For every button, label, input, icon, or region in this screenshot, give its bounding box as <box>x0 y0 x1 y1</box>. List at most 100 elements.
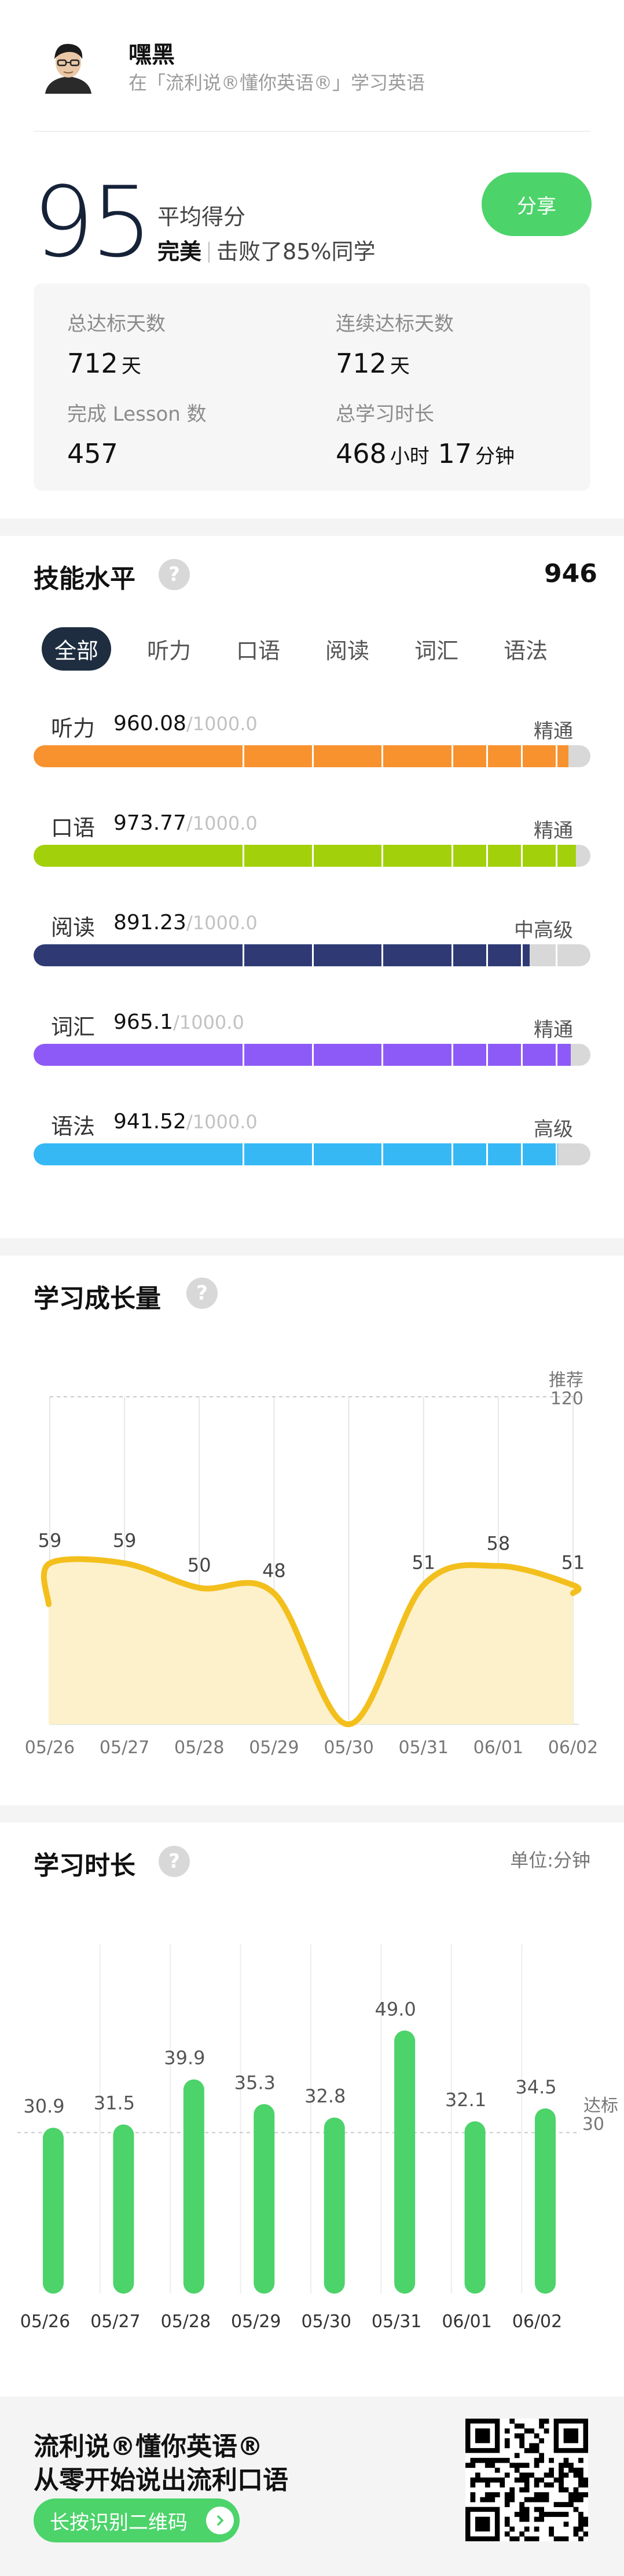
skill-max: /1000.0 <box>186 713 258 735</box>
skill-row: 口语 973.77/1000.0 精通 <box>34 805 590 875</box>
level-divider <box>312 1143 314 1165</box>
skill-score: 965.1/1000.0 <box>113 1010 244 1034</box>
level-divider <box>555 845 557 867</box>
skill-progress-fill <box>34 745 568 767</box>
user-subtitle: 在「流利说®懂你英语®」学习英语 <box>129 72 425 94</box>
x-tick-label: 05/31 <box>398 1738 448 1758</box>
stat-lessons: 完成 Lesson 数 457 <box>67 398 207 469</box>
qr-code <box>465 2419 589 2542</box>
skill-max: /1000.0 <box>186 1111 258 1133</box>
level-divider <box>381 845 384 867</box>
x-tick-label: 05/29 <box>231 2312 281 2332</box>
level-divider <box>486 745 488 767</box>
level-divider <box>451 745 453 767</box>
bar <box>43 2128 64 2294</box>
level-divider <box>555 944 557 966</box>
time-help-icon[interactable]: ? <box>159 1846 190 1877</box>
level-divider <box>520 1143 523 1165</box>
section-divider <box>0 518 624 536</box>
time-title: 学习时长 <box>34 1851 135 1881</box>
level-divider <box>381 944 384 966</box>
bar <box>535 2108 556 2294</box>
bar <box>113 2124 134 2294</box>
x-tick-label: 05/28 <box>174 1738 224 1758</box>
section-divider <box>0 1238 624 1256</box>
level-divider <box>312 845 314 867</box>
growth-help-icon[interactable]: ? <box>186 1278 218 1309</box>
bar <box>254 2104 275 2294</box>
skill-progress-fill <box>34 1143 558 1165</box>
skill-max: /1000.0 <box>173 1011 244 1033</box>
skills-help-icon[interactable]: ? <box>159 559 190 590</box>
skill-score: 941.52/1000.0 <box>113 1110 258 1134</box>
tab-5[interactable]: 语法 <box>494 627 557 671</box>
share-button[interactable]: 分享 <box>482 172 592 236</box>
growth-chart: 59 59 50 48 51 58 51 05/26 05/27 05/28 05/29 05/30 0… <box>25 1396 598 1758</box>
level-divider <box>520 944 523 966</box>
data-label: 49.0 <box>375 1998 416 2020</box>
x-tick-label: 05/26 <box>20 2312 70 2332</box>
skill-level: 精通 <box>534 720 573 743</box>
stat-label: 完成 Lesson 数 <box>67 403 207 426</box>
level-divider <box>555 745 557 767</box>
time-unit-label: 单位:分钟 <box>510 1849 590 1871</box>
stats-panel: 总达标天数 712 天 连续达标天数 712 天 完成 Lesson 数 457 总… <box>34 284 590 491</box>
x-tick-label: 05/27 <box>90 2312 140 2332</box>
skill-name: 口语 <box>51 815 96 841</box>
data-label: 50 <box>188 1554 211 1576</box>
bar <box>324 2117 345 2294</box>
level-divider <box>486 845 488 867</box>
tab-3[interactable]: 阅读 <box>316 627 379 671</box>
skill-name: 阅读 <box>51 915 96 940</box>
tab-2[interactable]: 口语 <box>227 627 289 671</box>
stat-streak-days: 连续达标天数 712 天 <box>336 308 454 379</box>
x-tick-label: 06/01 <box>473 1738 523 1758</box>
rank-word: 完美 <box>157 239 202 264</box>
level-divider <box>312 1044 314 1066</box>
level-divider <box>242 845 244 867</box>
skill-row: 语法 941.52/1000.0 高级 <box>34 1104 590 1173</box>
rank-text: 击败了85%同学 <box>216 239 376 264</box>
skill-value: 960.08 <box>113 712 186 735</box>
skill-level: 精通 <box>534 819 573 842</box>
stat-value: 468 小时 17 分钟 <box>336 438 515 469</box>
skill-progress-fill <box>34 845 576 867</box>
skill-name: 词汇 <box>51 1014 96 1040</box>
data-label: 34.5 <box>515 2076 556 2098</box>
data-label: 32.1 <box>445 2089 486 2111</box>
skill-name: 听力 <box>51 716 96 741</box>
level-divider <box>486 1143 488 1165</box>
rank-separator <box>208 242 210 263</box>
skill-list: 听力 960.08/1000.0 精通 口语 973.77/1000.0 精通 阅读 891.… <box>34 706 590 1204</box>
skill-score: 960.08/1000.0 <box>113 712 258 735</box>
skill-score: 973.77/1000.0 <box>113 811 258 835</box>
skill-progress-fill <box>34 1044 571 1066</box>
skill-name: 语法 <box>51 1114 96 1139</box>
stat-label: 总学习时长 <box>336 403 434 426</box>
level-divider <box>520 745 523 767</box>
qr-button[interactable]: 长按识别二维码 <box>34 2498 240 2542</box>
skill-value: 965.1 <box>113 1010 174 1034</box>
level-divider <box>451 1143 453 1165</box>
skill-row: 阅读 891.23/1000.0 中高级 <box>34 905 590 974</box>
skill-tabs: 全部 听力 口语 阅读 词汇 语法 <box>42 627 557 671</box>
qr-button-label: 长按识别二维码 <box>50 2511 188 2534</box>
data-label: 32.8 <box>304 2085 346 2107</box>
stat-label: 连续达标天数 <box>336 312 454 336</box>
stat-study-time: 总学习时长 468 小时 17 分钟 <box>336 398 515 469</box>
stat-value: 712 天 <box>67 348 141 379</box>
skill-value: 941.52 <box>113 1110 186 1134</box>
data-label: 58 <box>486 1532 510 1554</box>
divider <box>34 131 590 132</box>
tab-1[interactable]: 听力 <box>138 627 200 671</box>
tab-0[interactable]: 全部 <box>42 627 112 671</box>
user-name: 嘿黑 <box>129 42 175 68</box>
stat-value: 712 天 <box>336 348 410 379</box>
level-divider <box>555 1143 557 1165</box>
skill-row: 听力 960.08/1000.0 精通 <box>34 706 590 775</box>
bar <box>183 2079 204 2294</box>
time-chart: 30.9 05/26 31.5 05/27 39.9 05/28 35.3 05/29 32.8… <box>17 1944 579 2332</box>
skill-max: /1000.0 <box>186 912 258 934</box>
skill-max: /1000.0 <box>186 812 258 834</box>
tab-4[interactable]: 词汇 <box>405 627 468 671</box>
